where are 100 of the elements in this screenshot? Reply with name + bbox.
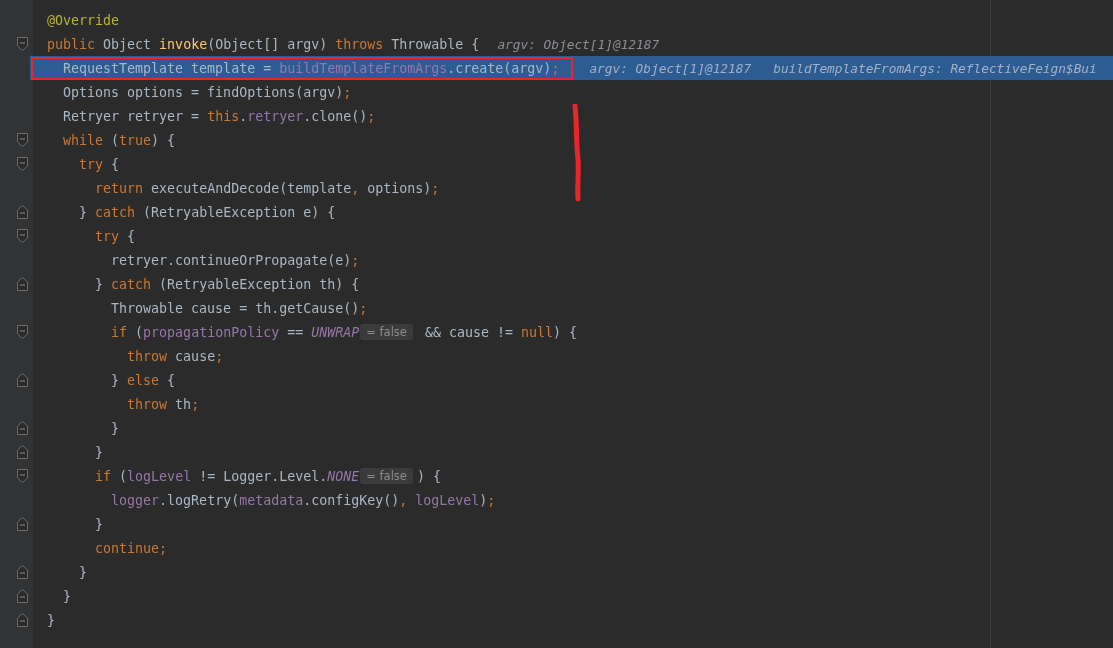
keyword: try (79, 156, 104, 172)
code-text: .create(argv) (447, 60, 552, 76)
debug-value-hint: argv: Object[1]@12187 (589, 60, 752, 76)
code-text: Options options = findOptions(argv) (63, 84, 344, 100)
code-text: ) { (416, 468, 441, 484)
debug-value-hint: buildTemplateFromArgs: ReflectiveFeign$Bui (773, 60, 1097, 76)
field-name: propagationPolicy (143, 324, 280, 340)
code-text: } (63, 588, 72, 604)
keyword: true (119, 132, 152, 148)
code-text: } (79, 564, 88, 580)
code-text: ) (479, 492, 488, 508)
punctuation: ; (487, 492, 496, 508)
punctuation: ; (343, 84, 352, 100)
code-text: .clone() (303, 108, 368, 124)
fold-icon[interactable] (17, 469, 28, 483)
code-text: Retryer retryer = (63, 108, 201, 124)
keyword: this (207, 108, 240, 124)
code-text: ) { (151, 132, 176, 148)
punctuation: ; (551, 60, 560, 76)
punctuation: ; (215, 348, 224, 364)
punctuation: ; (159, 540, 168, 556)
fold-icon[interactable] (17, 421, 28, 435)
punctuation: , (351, 180, 360, 196)
fold-icon[interactable] (17, 37, 28, 51)
code-text: { (111, 156, 120, 172)
keyword: throws (335, 36, 384, 52)
code-text: .logRetry( (159, 492, 240, 508)
code-text: ( (135, 324, 144, 340)
keyword: while (63, 132, 104, 148)
code-text: } (95, 444, 104, 460)
debug-value-hint: argv: Object[1]@12187 (497, 36, 660, 52)
fold-icon[interactable] (17, 133, 28, 147)
fold-icon[interactable] (17, 445, 28, 459)
keyword: return (95, 180, 144, 196)
code-text: Object (103, 36, 153, 52)
inline-value-hint: = false (360, 324, 413, 340)
keyword: catch (111, 276, 152, 292)
code-text: executeAndDecode(template (151, 180, 352, 196)
keyword: null (521, 324, 554, 340)
punctuation: ; (359, 300, 368, 316)
field-name: logger (111, 492, 160, 508)
code-text: ) { (553, 324, 578, 340)
punctuation: ; (191, 396, 200, 412)
fold-icon[interactable] (17, 325, 28, 339)
fold-icon[interactable] (17, 517, 28, 531)
field-name: retryer (247, 108, 304, 124)
field-name: logLevel (127, 468, 192, 484)
fold-icon[interactable] (17, 373, 28, 387)
fold-icon[interactable] (17, 589, 28, 603)
fold-icon[interactable] (17, 205, 28, 219)
code-text: cause (175, 348, 216, 364)
code-text: } (111, 420, 120, 436)
code-text: Throwable cause = th.getCause() (111, 300, 360, 316)
field-name: metadata (239, 492, 304, 508)
fold-icon[interactable] (17, 277, 28, 291)
code-text: retryer.continueOrPropagate(e) (111, 252, 352, 268)
fold-icon[interactable] (17, 229, 28, 243)
punctuation: , (399, 492, 409, 508)
punctuation: ; (351, 252, 360, 268)
code-text: } (95, 516, 104, 532)
code-text: (Object[] argv) (207, 36, 329, 52)
code-text: . (239, 108, 248, 124)
code-text: (RetryableException e) { (143, 204, 336, 220)
keyword: throw (127, 396, 168, 412)
code-text: RequestTemplate template = (63, 60, 273, 76)
method-name: invoke (159, 36, 208, 52)
code-text: (RetryableException th) { (159, 276, 360, 292)
keyword: throw (127, 348, 168, 364)
field-name: logLevel (415, 492, 480, 508)
field-name: buildTemplateFromArgs (279, 60, 448, 76)
constant-name: UNWRAP (311, 324, 360, 340)
keyword: if (95, 468, 112, 484)
annotation: @Override (47, 12, 120, 28)
code-text: ( (111, 132, 120, 148)
keyword: public (47, 36, 96, 52)
code-text: options) (367, 180, 432, 196)
keyword: else (127, 372, 160, 388)
fold-icon[interactable] (17, 157, 28, 171)
fold-icon[interactable] (17, 613, 28, 627)
inline-value-hint: = false (360, 468, 413, 484)
code-text: { (127, 228, 136, 244)
code-text: } (95, 276, 105, 292)
code-text: Throwable { (391, 36, 480, 52)
code-text: } (79, 204, 89, 220)
code-text: } (111, 372, 121, 388)
code-text: { (167, 372, 176, 388)
punctuation: ; (367, 108, 376, 124)
code-text: == (287, 324, 305, 340)
code-text: } (47, 612, 55, 628)
code-text: ( (119, 468, 128, 484)
code-text: && cause != (424, 324, 514, 340)
code-text: th (175, 396, 192, 412)
code-text: .configKey() (303, 492, 400, 508)
punctuation: ; (431, 180, 440, 196)
fold-icon[interactable] (17, 565, 28, 579)
keyword: if (111, 324, 128, 340)
keyword: continue (95, 540, 160, 556)
code-text: != Logger.Level. (199, 468, 328, 484)
keyword: try (95, 228, 120, 244)
keyword: catch (95, 204, 136, 220)
